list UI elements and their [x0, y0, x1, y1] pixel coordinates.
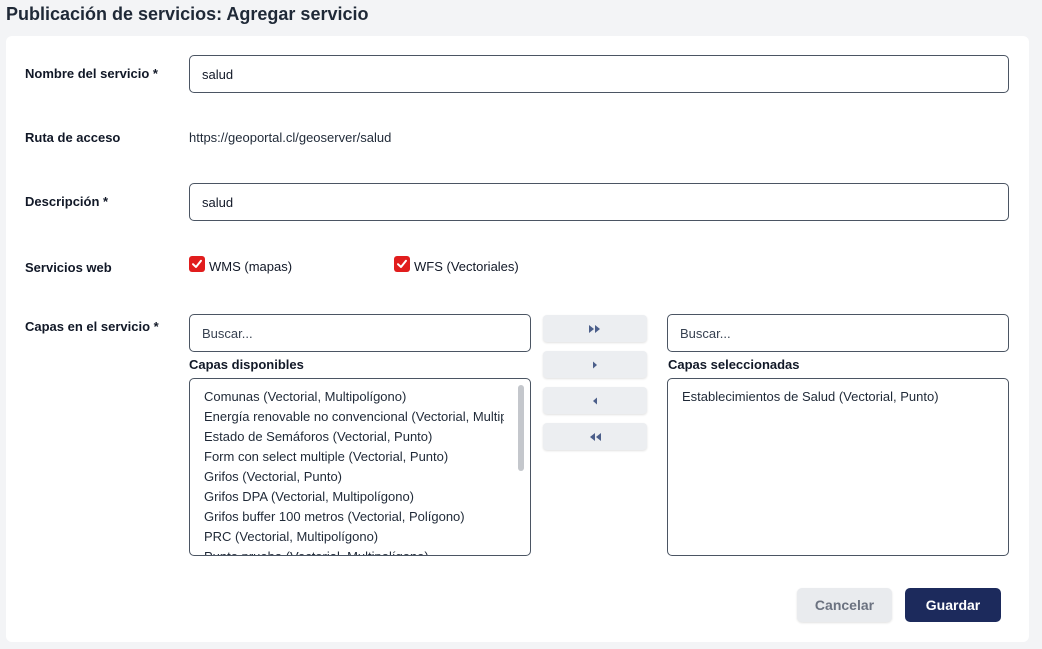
selected-layers-list[interactable]: Establecimientos de Salud (Vectorial, Pu… [667, 378, 1009, 556]
service-name-input[interactable] [189, 55, 1009, 93]
list-item[interactable]: Comunas (Vectorial, Multipolígono) [190, 387, 504, 407]
selected-search-input[interactable] [667, 314, 1009, 352]
chevron-right-icon [593, 361, 597, 368]
double-chevron-right-icon [589, 324, 600, 333]
list-item[interactable]: Punto prueba (Vectorial, Multipolígono) [190, 547, 504, 555]
wms-checkbox[interactable]: WMS (mapas) [189, 256, 293, 274]
move-all-left-button[interactable] [543, 423, 647, 450]
layers-label: Capas en el servicio * [25, 319, 159, 334]
wfs-label: WFS (Vectoriales) [414, 258, 519, 274]
page-title: Publicación de servicios: Agregar servic… [6, 4, 369, 24]
save-button[interactable]: Guardar [905, 588, 1001, 622]
list-item[interactable]: PRC (Vectorial, Multipolígono) [190, 527, 504, 547]
description-label: Descripción * [25, 194, 109, 209]
move-left-button[interactable] [543, 387, 647, 414]
list-item[interactable]: Grifos (Vectorial, Punto) [190, 467, 504, 487]
description-input[interactable] [189, 183, 1009, 221]
move-right-button[interactable] [543, 351, 647, 378]
list-item[interactable]: Form con select multiple (Vectorial, Pun… [190, 447, 504, 467]
available-layers-title: Capas disponibles [189, 357, 304, 372]
list-item[interactable]: Estado de Semáforos (Vectorial, Punto) [190, 427, 504, 447]
double-chevron-left-icon [590, 432, 601, 441]
service-name-label: Nombre del servicio * [25, 66, 158, 81]
web-services-label: Servicios web [25, 260, 112, 275]
wfs-checkbox[interactable]: WFS (Vectoriales) [394, 256, 519, 274]
form-card: Nombre del servicio * Ruta de acceso htt… [6, 36, 1029, 642]
available-search-input[interactable] [189, 314, 531, 352]
selected-layers-title: Capas seleccionadas [668, 357, 800, 372]
list-item[interactable]: Establecimientos de Salud (Vectorial, Pu… [668, 387, 1008, 407]
available-layers-list[interactable]: Comunas (Vectorial, Multipolígono) Energ… [189, 378, 531, 556]
cancel-button[interactable]: Cancelar [797, 588, 892, 622]
move-all-right-button[interactable] [543, 315, 647, 342]
checkmark-icon [394, 256, 410, 272]
chevron-left-icon [593, 397, 597, 404]
checkmark-icon [189, 256, 205, 272]
list-item[interactable]: Grifos DPA (Vectorial, Multipolígono) [190, 487, 504, 507]
wms-label: WMS (mapas) [209, 258, 293, 274]
list-item[interactable]: Energía renovable no convencional (Vecto… [190, 407, 504, 427]
list-item[interactable]: Grifos buffer 100 metros (Vectorial, Pol… [190, 507, 504, 527]
access-path-label: Ruta de acceso [25, 130, 121, 145]
access-path-value: https://geoportal.cl/geoserver/salud [189, 130, 392, 145]
list-scrollbar[interactable] [518, 385, 524, 471]
